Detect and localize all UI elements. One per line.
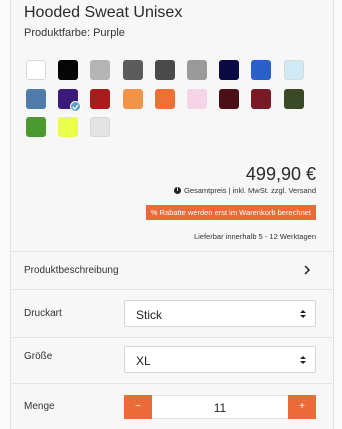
- color-swatch-maroon[interactable]: [251, 88, 272, 109]
- product-price: 499,90 €: [245, 164, 316, 184]
- color-swatch-olive[interactable]: [283, 88, 304, 109]
- color-swatch-navy[interactable]: [219, 60, 240, 80]
- color-swatch-light-blue[interactable]: [283, 60, 304, 80]
- check-icon: [70, 100, 82, 112]
- color-swatch-orange[interactable]: [122, 88, 143, 109]
- size-select[interactable]: XL: [124, 346, 316, 373]
- product-title: Hooded Sweat Unisex: [24, 4, 183, 21]
- color-swatch-dark-orange[interactable]: [154, 88, 175, 109]
- description-toggle-label[interactable]: Produktbeschreibung: [24, 265, 119, 276]
- quantity-decrement-button[interactable]: −: [124, 395, 152, 419]
- color-swatch-light-heather-grey[interactable]: [90, 60, 111, 80]
- color-swatch-ash[interactable]: [90, 117, 111, 137]
- delivery-time: Lieferbar innerhalb 5 - 12 Werktagen: [193, 232, 316, 241]
- price-note: i Gesamtpreis | inkl. MwSt. zzgl. Versan…: [174, 186, 316, 195]
- color-swatch-heather-blue[interactable]: [26, 88, 46, 109]
- divider: [10, 251, 332, 252]
- color-swatch-green[interactable]: [26, 117, 46, 137]
- color-swatch-white[interactable]: [26, 60, 46, 80]
- info-icon: i: [174, 187, 181, 194]
- quantity-label: Menge: [24, 401, 55, 412]
- quantity-input[interactable]: 11: [153, 401, 287, 415]
- chevron-right-icon[interactable]: [303, 265, 311, 275]
- color-swatch-heather-grey[interactable]: [187, 60, 207, 80]
- quantity-stepper: − 11 +: [124, 395, 316, 419]
- color-swatch-purple[interactable]: [58, 88, 82, 112]
- divider: [10, 337, 332, 338]
- color-swatch-dark-grey[interactable]: [122, 60, 143, 80]
- color-swatch-red[interactable]: [90, 88, 111, 109]
- size-value: XL: [136, 354, 151, 368]
- print-type-select[interactable]: Stick: [124, 300, 316, 327]
- color-swatch-burgundy[interactable]: [219, 88, 240, 109]
- divider: [10, 383, 332, 384]
- select-arrows-icon: [300, 310, 306, 318]
- print-type-value: Stick: [136, 308, 163, 322]
- print-type-label: Druckart: [24, 308, 62, 319]
- color-swatch-charcoal[interactable]: [154, 60, 175, 80]
- color-swatch-light-pink[interactable]: [187, 88, 207, 109]
- color-swatch-neon-yellow[interactable]: [58, 117, 79, 137]
- select-arrows-icon: [300, 356, 306, 364]
- color-swatch-black[interactable]: [58, 60, 79, 80]
- color-swatch-royal-blue[interactable]: [251, 60, 272, 80]
- size-label: Größe: [24, 351, 53, 362]
- divider: [10, 289, 332, 290]
- quantity-increment-button[interactable]: +: [288, 395, 316, 419]
- discount-badge: % Rabatte werden erst im Warenkorb berec…: [145, 205, 316, 220]
- product-color-label: Produktfarbe: Purple: [24, 27, 125, 39]
- price-note-text: Gesamtpreis | inkl. MwSt. zzgl. Versand: [184, 186, 316, 195]
